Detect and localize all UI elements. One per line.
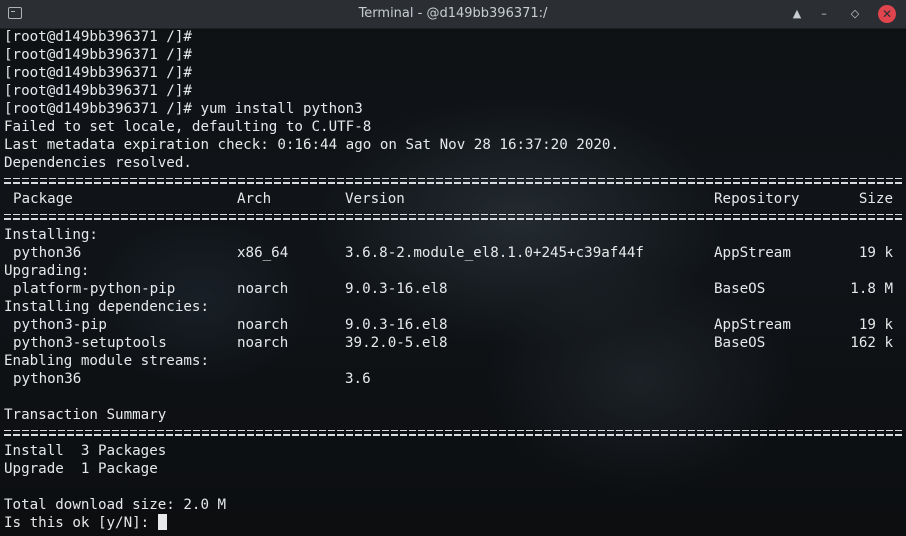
- install-count: Install 3 Packages: [4, 443, 167, 459]
- prompt-line: [root@d149bb396371 /]#: [4, 65, 192, 81]
- row-size: 162 k: [850, 335, 893, 351]
- row-repository: AppStream: [714, 317, 791, 333]
- section-upgrading: Upgrading:: [4, 263, 90, 279]
- row-version: 9.0.3-16.el8: [345, 281, 448, 297]
- transaction-summary-title: Transaction Summary: [4, 407, 167, 423]
- terminal-window: Terminal - @d149bb396371:/ ▲ – ◇ ✕ [root…: [0, 0, 906, 536]
- prompt-line: [root@d149bb396371 /]#: [4, 83, 192, 99]
- row-package: python3-pip: [13, 317, 107, 333]
- row-package: python36: [13, 371, 82, 387]
- row-arch: noarch: [237, 335, 289, 351]
- section-installing: Installing:: [4, 227, 98, 243]
- prompt-line: [root@d149bb396371 /]#: [4, 47, 192, 63]
- keep-above-icon[interactable]: ▲: [788, 5, 806, 23]
- table-header: Package Arch Version Repository Size: [4, 190, 906, 208]
- header-repository: Repository: [714, 191, 800, 207]
- prompt-line: [root@d149bb396371 /]#: [4, 29, 192, 45]
- section-enabling-streams: Enabling module streams:: [4, 353, 209, 369]
- row-repository: AppStream: [714, 245, 791, 261]
- download-size: Total download size: 2.0 M: [4, 497, 227, 513]
- table-row: python3-setuptools noarch 39.2.0-5.el8 B…: [4, 334, 906, 352]
- confirm-prompt: Is this ok [y/N]:: [4, 515, 158, 531]
- header-version: Version: [345, 191, 405, 207]
- close-icon[interactable]: ✕: [878, 5, 896, 23]
- row-version: 9.0.3-16.el8: [345, 317, 448, 333]
- row-size: 19 k: [858, 317, 893, 333]
- table-row: python3-pip noarch 9.0.3-16.el8 AppStrea…: [4, 316, 906, 334]
- section-installing-dependencies: Installing dependencies:: [4, 299, 209, 315]
- minimize-icon[interactable]: –: [815, 5, 833, 23]
- row-arch: noarch: [237, 281, 289, 297]
- header-arch: Arch: [237, 191, 272, 207]
- row-package: platform-python-pip: [13, 281, 176, 297]
- dependencies-message: Dependencies resolved.: [4, 155, 192, 171]
- upgrade-count: Upgrade 1 Package: [4, 461, 158, 477]
- row-arch: x86_64: [237, 245, 289, 261]
- separator: [4, 424, 906, 442]
- row-size: 1.8 M: [850, 281, 893, 297]
- separator: [4, 172, 906, 190]
- row-repository: BaseOS: [714, 281, 766, 297]
- table-row: python36 x86_64 3.6.8-2.module_el8.1.0+2…: [4, 244, 906, 262]
- terminal-output[interactable]: [root@d149bb396371 /]# [root@d149bb39637…: [0, 28, 906, 536]
- command-line: [root@d149bb396371 /]# yum install pytho…: [4, 101, 363, 117]
- text-cursor: [157, 514, 167, 530]
- table-row: platform-python-pip noarch 9.0.3-16.el8 …: [4, 280, 906, 298]
- row-version: 3.6.8-2.module_el8.1.0+245+c39af44f: [345, 245, 644, 261]
- confirm-prompt-line[interactable]: Is this ok [y/N]:: [4, 514, 906, 532]
- metadata-message: Last metadata expiration check: 0:16:44 …: [4, 137, 619, 153]
- row-version: 39.2.0-5.el8: [345, 335, 448, 351]
- header-package: Package: [13, 191, 73, 207]
- row-package: python36: [13, 245, 82, 261]
- row-version: 3.6: [345, 371, 371, 387]
- table-row: python36 3.6: [4, 370, 906, 388]
- header-size: Size: [858, 191, 893, 207]
- row-package: python3-setuptools: [13, 335, 167, 351]
- row-repository: BaseOS: [714, 335, 766, 351]
- window-title: Terminal - @d149bb396371:/: [358, 6, 548, 21]
- locale-message: Failed to set locale, defaulting to C.UT…: [4, 119, 372, 135]
- maximize-icon[interactable]: ◇: [846, 5, 864, 23]
- separator: [4, 208, 906, 226]
- row-arch: noarch: [237, 317, 289, 333]
- title-bar[interactable]: Terminal - @d149bb396371:/ ▲ – ◇ ✕: [0, 0, 906, 29]
- row-size: 19 k: [858, 245, 893, 261]
